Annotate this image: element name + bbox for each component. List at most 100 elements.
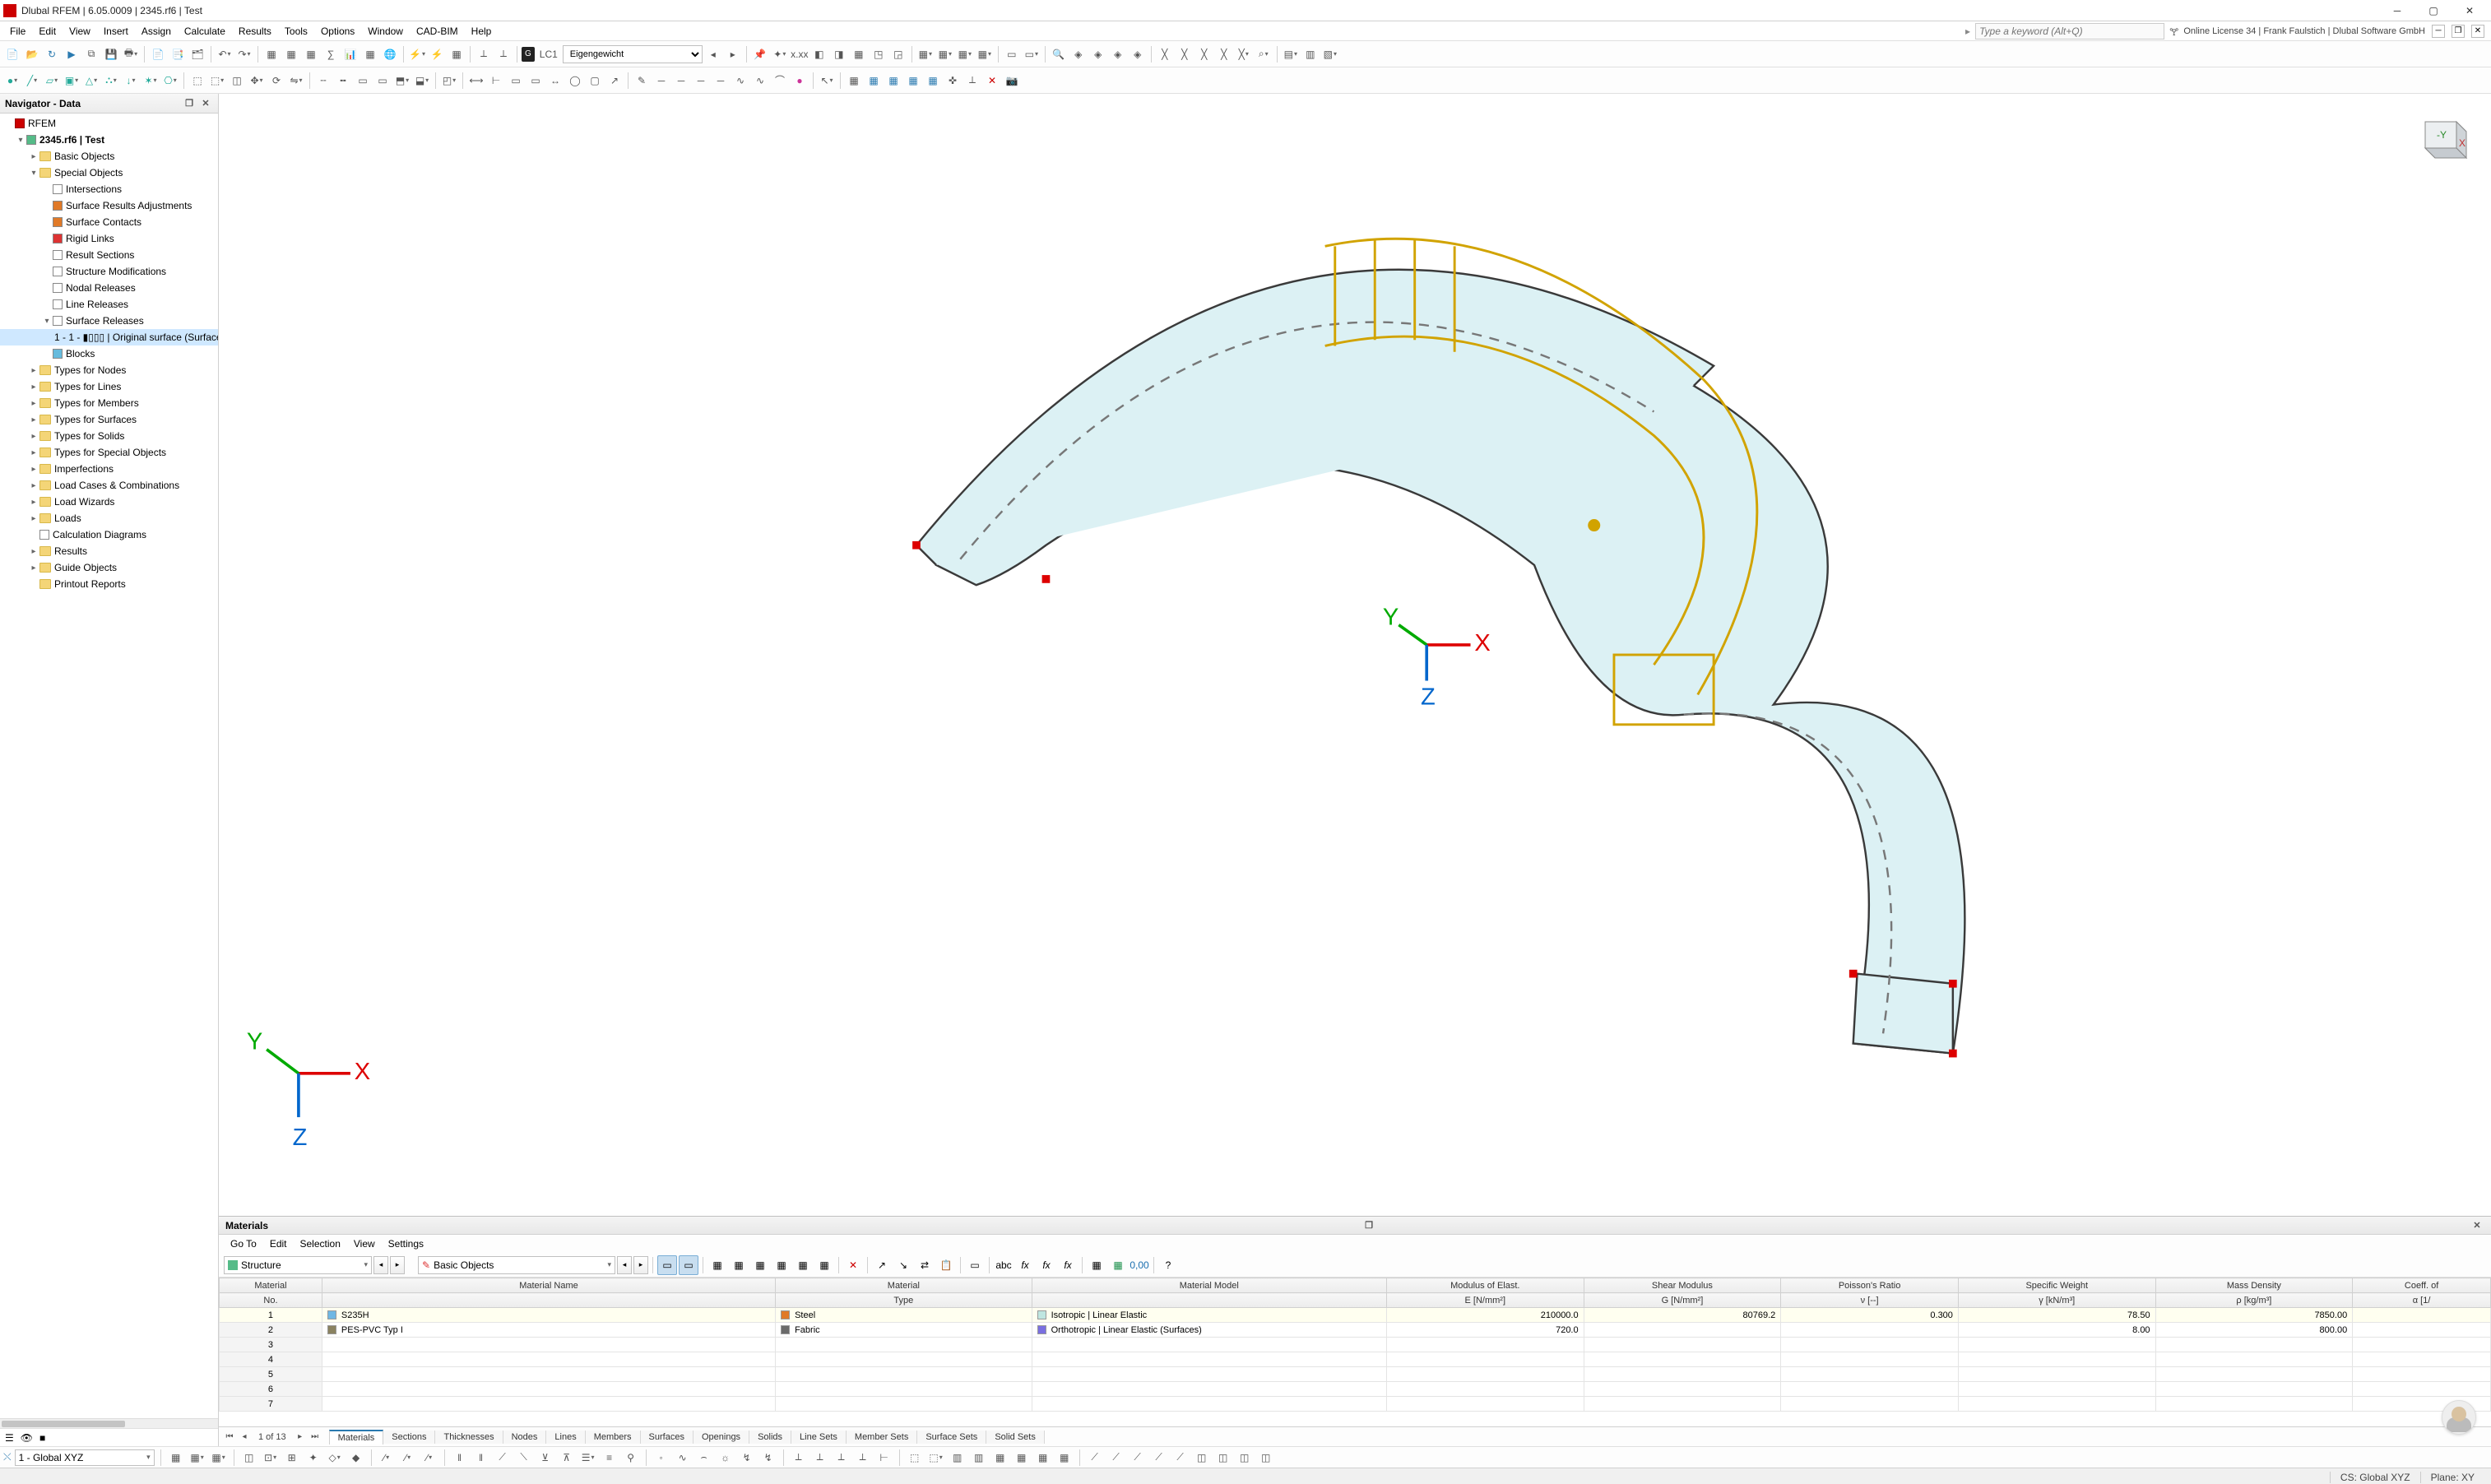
move-button[interactable]: ✥▾	[248, 72, 266, 90]
bt-kk[interactable]: ▦	[991, 1449, 1009, 1467]
mat-tbtn-opt[interactable]: ▦	[1087, 1255, 1106, 1275]
lasso-button[interactable]: ◫	[228, 72, 246, 90]
col-model-top[interactable]: Material Model	[1032, 1278, 1386, 1293]
inner-restore-button[interactable]: ❐	[2452, 25, 2465, 38]
bt-t[interactable]: ≡	[601, 1449, 619, 1467]
mat-tbtn-f[interactable]: ▦	[814, 1255, 834, 1275]
misc2-green-button[interactable]: ⎔▾	[161, 72, 179, 90]
col-e-top[interactable]: Modulus of Elast.	[1386, 1278, 1584, 1293]
bt-k[interactable]: ∕▾	[399, 1449, 417, 1467]
axis-x-button[interactable]: ╳	[1156, 45, 1174, 63]
axis-a-button[interactable]: ╳	[1215, 45, 1233, 63]
bt-f[interactable]: ⊞	[283, 1449, 301, 1467]
mat-tbtn-xls[interactable]: ▦	[1108, 1255, 1128, 1275]
mat-combo-right[interactable]: ✎Basic Objects▾	[418, 1256, 615, 1274]
bt-ww[interactable]: ◫	[1257, 1449, 1275, 1467]
col-rho-top[interactable]: Mass Density	[2155, 1278, 2353, 1293]
dim-d-button[interactable]: ▭	[526, 72, 545, 90]
bt-o[interactable]: ⟋	[494, 1449, 512, 1467]
tab-materials[interactable]: Materials	[329, 1430, 384, 1445]
nav-tool-layers-icon[interactable]: ☰	[5, 1432, 14, 1444]
tree-surface-releases[interactable]: Surface Releases	[66, 315, 144, 327]
bt-mm[interactable]: ▦	[1034, 1449, 1052, 1467]
table-a-button[interactable]: ▦	[262, 45, 281, 63]
menu-cad-bim[interactable]: CAD-BIM	[410, 24, 465, 39]
line-a-button[interactable]: ─	[652, 72, 670, 90]
tab-solid-sets[interactable]: Solid Sets	[986, 1431, 1045, 1444]
page-last-button[interactable]: ⏭	[308, 1430, 322, 1445]
tree-results[interactable]: Results	[54, 545, 87, 557]
bt-gg[interactable]: ⬚	[906, 1449, 924, 1467]
page-prev-button[interactable]: ◂	[237, 1430, 252, 1445]
sets-green-button[interactable]: ⛬▾	[102, 72, 120, 90]
text-button[interactable]: x.xx	[791, 45, 809, 63]
bt-ll[interactable]: ▦	[1013, 1449, 1031, 1467]
col-name-bot[interactable]	[322, 1293, 775, 1308]
menu-insert[interactable]: Insert	[97, 24, 135, 39]
probe-button[interactable]: ⌕▾	[1255, 45, 1273, 63]
mat-tbtn-clip[interactable]: 📋	[936, 1255, 956, 1275]
mat-menu-settings[interactable]: Settings	[382, 1236, 430, 1251]
ortho-button[interactable]: ⟂	[963, 72, 981, 90]
page-next-button[interactable]: ▸	[293, 1430, 308, 1445]
tab-sections[interactable]: Sections	[383, 1431, 435, 1444]
tool-b-button[interactable]: ╍	[334, 72, 352, 90]
col-name-top[interactable]: Material Name	[322, 1278, 775, 1293]
globe-button[interactable]: 🌐	[381, 45, 399, 63]
table-c-button[interactable]: ▦	[302, 45, 320, 63]
calc-button[interactable]: ∑	[322, 45, 340, 63]
grid-a-button[interactable]: ▦▾	[916, 45, 935, 63]
bt-n[interactable]: ‖	[472, 1449, 490, 1467]
col-type-top[interactable]: Material	[776, 1278, 1032, 1293]
line-g-button[interactable]: ⌒	[771, 72, 789, 90]
bt-cc[interactable]: ⟂	[811, 1449, 829, 1467]
mat-menu-selection[interactable]: Selection	[294, 1236, 347, 1251]
tree-blocks[interactable]: Blocks	[66, 348, 95, 359]
tree-result-sections[interactable]: Result Sections	[66, 249, 134, 261]
mat-tbtn-help[interactable]: ?	[1158, 1255, 1178, 1275]
supports-b-button[interactable]: ⟂	[494, 45, 513, 63]
mat-tbtn-e[interactable]: ▦	[793, 1255, 813, 1275]
navigator-tree[interactable]: RFEM ▾2345.rf6 | Test ▸Basic Objects ▾Sp…	[0, 114, 218, 1418]
table-row[interactable]: 2PES-PVC Typ IFabricOrthotropic | Linear…	[220, 1323, 2491, 1338]
star-button[interactable]: ✦▾	[771, 45, 789, 63]
redo-button[interactable]: ↷▾	[235, 45, 253, 63]
grid-set-d-button[interactable]: ▦	[924, 72, 942, 90]
cube-b-button[interactable]: ◲	[889, 45, 907, 63]
col-no-top[interactable]: Material	[220, 1278, 322, 1293]
tab-member-sets[interactable]: Member Sets	[847, 1431, 917, 1444]
table-b-button[interactable]: ▦	[282, 45, 300, 63]
menu-calculate[interactable]: Calculate	[178, 24, 232, 39]
dim-b-button[interactable]: ⊢	[487, 72, 505, 90]
mat-menu-view[interactable]: View	[347, 1236, 382, 1251]
inner-minimize-button[interactable]: ─	[2432, 25, 2445, 38]
grid-set-b-button[interactable]: ▦	[884, 72, 902, 90]
bt-bb[interactable]: ⟂	[790, 1449, 808, 1467]
refresh-button[interactable]: ↻	[43, 45, 61, 63]
mat-menu-goto[interactable]: Go To	[224, 1236, 263, 1251]
tree-special-objects[interactable]: Special Objects	[54, 167, 123, 179]
bt-b[interactable]: ▦▾	[188, 1449, 206, 1467]
table-row[interactable]: 7	[220, 1397, 2491, 1412]
mat-combo-left[interactable]: Structure▾	[224, 1256, 372, 1274]
grid-set-a-button[interactable]: ▦	[865, 72, 883, 90]
col-nu-top[interactable]: Poisson's Ratio	[1781, 1278, 1959, 1293]
tree-load-wizards[interactable]: Load Wizards	[54, 496, 114, 508]
tool-f-button[interactable]: ⬓▾	[413, 72, 431, 90]
load-green-button[interactable]: ↓▾	[122, 72, 140, 90]
tab-line-sets[interactable]: Line Sets	[791, 1431, 847, 1444]
window2-button[interactable]: ▭▾	[1023, 45, 1041, 63]
model-viewport[interactable]: X Y Z X Y Z	[219, 94, 2491, 1216]
table-row[interactable]: 6	[220, 1382, 2491, 1397]
bt-hh[interactable]: ⬚▾	[927, 1449, 945, 1467]
menu-options[interactable]: Options	[314, 24, 361, 39]
hatch-c-button[interactable]: ▧▾	[1321, 45, 1339, 63]
support-green-button[interactable]: △▾	[82, 72, 100, 90]
panel-green-button[interactable]: ▱▾	[43, 72, 61, 90]
table-d-button[interactable]: ▦	[361, 45, 379, 63]
dim-h-button[interactable]: ↗	[605, 72, 624, 90]
tree-surf-results-adj[interactable]: Surface Results Adjustments	[66, 200, 192, 211]
bt-q[interactable]: ⊻	[536, 1449, 554, 1467]
rotate-button[interactable]: ⟳	[267, 72, 285, 90]
materials-close-button[interactable]: ✕	[2470, 1218, 2484, 1233]
